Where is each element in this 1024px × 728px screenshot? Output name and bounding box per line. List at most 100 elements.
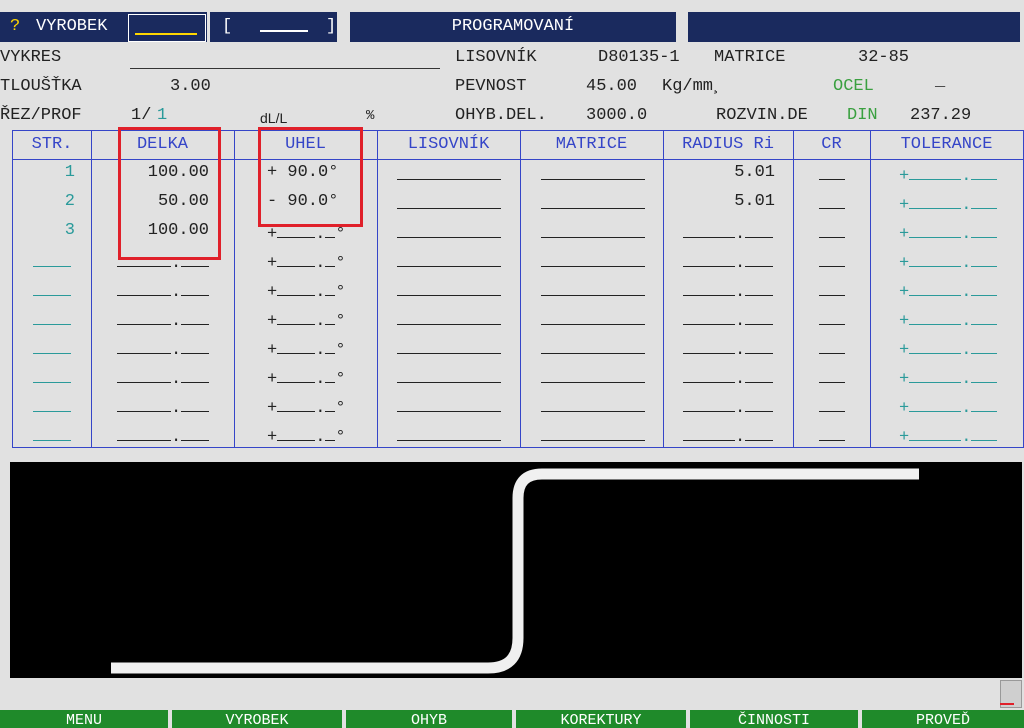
length-input[interactable]: .	[117, 279, 210, 302]
lisovnik-value: D80135-1	[598, 48, 680, 67]
die-input[interactable]	[541, 192, 645, 215]
row-number-input[interactable]	[33, 395, 71, 418]
row-number-input[interactable]	[33, 279, 71, 302]
tolerance-input[interactable]: +.	[899, 192, 998, 215]
angle-input[interactable]: +. °	[267, 395, 346, 418]
fkey-menu[interactable]: MENU	[0, 710, 168, 728]
top-bar: ? VYROBEK [ ] PROGRAMOVANÍ	[0, 0, 1024, 44]
cr-input[interactable]	[819, 163, 845, 186]
table-row: . +. °. +.	[13, 308, 1023, 337]
fkey-korektury[interactable]: KOREKTURY	[516, 710, 686, 728]
tolerance-input[interactable]: +.	[899, 337, 998, 360]
variant-input[interactable]	[260, 10, 308, 44]
row-number-input[interactable]	[33, 424, 71, 447]
vykres-input[interactable]	[130, 68, 440, 69]
radius-input[interactable]: .	[683, 424, 774, 447]
die-input[interactable]	[541, 221, 645, 244]
cr-input[interactable]	[819, 395, 845, 418]
length-input[interactable]: .	[117, 366, 210, 389]
tolerance-input[interactable]: +.	[899, 366, 998, 389]
die-input[interactable]	[541, 366, 645, 389]
die-input[interactable]	[541, 395, 645, 418]
radius-value[interactable]: 5.01	[663, 163, 775, 182]
cr-input[interactable]	[819, 308, 845, 331]
ohyb-label: OHYB.DEL.	[455, 106, 547, 125]
row-number-input[interactable]	[33, 337, 71, 360]
punch-input[interactable]	[397, 192, 501, 215]
cr-input[interactable]	[819, 192, 845, 215]
punch-input[interactable]	[397, 424, 501, 447]
punch-input[interactable]	[397, 366, 501, 389]
tolerance-input[interactable]: +.	[899, 279, 998, 302]
punch-input[interactable]	[397, 221, 501, 244]
radius-input[interactable]: .	[683, 337, 774, 360]
radius-input[interactable]: .	[683, 221, 774, 244]
radius-input[interactable]: .	[683, 395, 774, 418]
tolerance-input[interactable]: +.	[899, 395, 998, 418]
cr-input[interactable]	[819, 337, 845, 360]
profile-preview	[10, 462, 1022, 678]
angle-input[interactable]: +. °	[267, 337, 346, 360]
punch-input[interactable]	[397, 308, 501, 331]
cr-input[interactable]	[819, 424, 845, 447]
vyrobek-input[interactable]	[128, 14, 206, 42]
length-input[interactable]: .	[117, 424, 210, 447]
din-label: DIN	[847, 106, 878, 125]
row-number-input[interactable]	[33, 308, 71, 331]
radius-input[interactable]: .	[683, 250, 774, 273]
angle-input[interactable]: +. °	[267, 250, 346, 273]
tolerance-input[interactable]: +.	[899, 308, 998, 331]
bracket-open: [	[222, 17, 233, 36]
fkey-ohyb[interactable]: OHYB	[346, 710, 512, 728]
fkey-proved[interactable]: PROVEĎ	[862, 710, 1024, 728]
angle-input[interactable]: +. °	[267, 308, 346, 331]
help-icon[interactable]: ?	[10, 12, 20, 42]
material-extra: _	[935, 72, 946, 91]
cursor-mark	[1000, 703, 1014, 705]
cr-input[interactable]	[819, 221, 845, 244]
cr-input[interactable]	[819, 279, 845, 302]
cr-input[interactable]	[819, 366, 845, 389]
angle-input[interactable]: +. °	[267, 279, 346, 302]
angle-input[interactable]: +. °	[267, 424, 346, 447]
die-input[interactable]	[541, 308, 645, 331]
highlight-delka	[118, 127, 221, 260]
length-input[interactable]: .	[117, 308, 210, 331]
punch-input[interactable]	[397, 163, 501, 186]
header-cr: CR	[821, 135, 842, 154]
cr-input[interactable]	[819, 250, 845, 273]
length-input[interactable]: .	[117, 395, 210, 418]
punch-input[interactable]	[397, 395, 501, 418]
material-value: OCEL	[833, 77, 874, 96]
length-input[interactable]: .	[117, 337, 210, 360]
matrice-value: 32-85	[858, 48, 910, 67]
punch-input[interactable]	[397, 337, 501, 360]
header-str: STR.	[31, 135, 73, 154]
row-number-input[interactable]	[33, 250, 71, 273]
tolerance-input[interactable]: +.	[899, 424, 998, 447]
header-matrice: MATRICE	[555, 135, 628, 154]
tolerance-input[interactable]: +.	[899, 221, 998, 244]
tolerance-input[interactable]: +.	[899, 163, 998, 186]
fkey-cinnosti[interactable]: ČINNOSTI	[690, 710, 858, 728]
die-input[interactable]	[541, 250, 645, 273]
tloustka-value: 3.00	[170, 77, 211, 96]
die-input[interactable]	[541, 424, 645, 447]
angle-input[interactable]: +. °	[267, 366, 346, 389]
radius-input[interactable]: .	[683, 308, 774, 331]
radius-input[interactable]: .	[683, 279, 774, 302]
percent-sign: %	[366, 108, 375, 124]
die-input[interactable]	[541, 163, 645, 186]
tolerance-input[interactable]: +.	[899, 250, 998, 273]
fkey-vyrobek[interactable]: VYROBEK	[172, 710, 342, 728]
vykres-label: VYKRES	[0, 48, 62, 67]
die-input[interactable]	[541, 279, 645, 302]
ohyb-value: 3000.0	[586, 106, 648, 125]
row-number-input[interactable]	[33, 366, 71, 389]
punch-input[interactable]	[397, 250, 501, 273]
radius-input[interactable]: .	[683, 366, 774, 389]
radius-value[interactable]: 5.01	[663, 192, 775, 211]
die-input[interactable]	[541, 337, 645, 360]
punch-input[interactable]	[397, 279, 501, 302]
table-row: . +. °. +.	[13, 395, 1023, 424]
